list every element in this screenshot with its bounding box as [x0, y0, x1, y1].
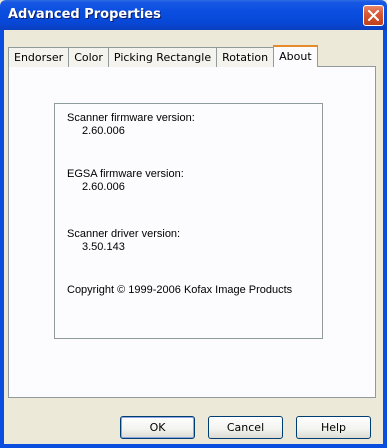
tab-strip: Endorser Color Picking Rectangle Rotatio…: [8, 45, 318, 67]
tab-rotation[interactable]: Rotation: [216, 47, 275, 67]
ok-button[interactable]: OK: [120, 416, 195, 439]
cancel-button[interactable]: Cancel: [208, 416, 283, 439]
scanner-firmware-value: 2.60.006: [82, 125, 125, 137]
tab-about[interactable]: About: [273, 45, 318, 67]
window-border-bottom: [0, 444, 387, 448]
about-tab-panel: Scanner firmware version: 2.60.006 EGSA …: [8, 66, 376, 398]
tab-color[interactable]: Color: [68, 47, 109, 67]
egsa-firmware-label: EGSA firmware version:: [67, 168, 184, 180]
scanner-firmware-label: Scanner firmware version:: [67, 112, 195, 124]
dialog-title: Advanced Properties: [8, 7, 161, 22]
close-icon: [368, 10, 379, 21]
copyright-text: Copyright © 1999-2006 Kofax Image Produc…: [67, 284, 293, 296]
driver-version-label: Scanner driver version:: [67, 228, 181, 240]
driver-version-value: 3.50.143: [82, 241, 125, 253]
tab-endorser[interactable]: Endorser: [8, 47, 70, 67]
advanced-properties-dialog: Advanced Properties Scanner firmware ver…: [0, 0, 387, 448]
title-bar[interactable]: Advanced Properties: [0, 0, 387, 30]
window-border-left: [0, 30, 4, 448]
egsa-firmware-value: 2.60.006: [82, 181, 125, 193]
help-button[interactable]: Help: [296, 416, 371, 439]
close-button[interactable]: [363, 5, 384, 26]
tab-picking-rectangle[interactable]: Picking Rectangle: [107, 47, 218, 67]
version-info-box: Scanner firmware version: 2.60.006 EGSA …: [54, 103, 323, 339]
window-border-right: [383, 30, 387, 448]
